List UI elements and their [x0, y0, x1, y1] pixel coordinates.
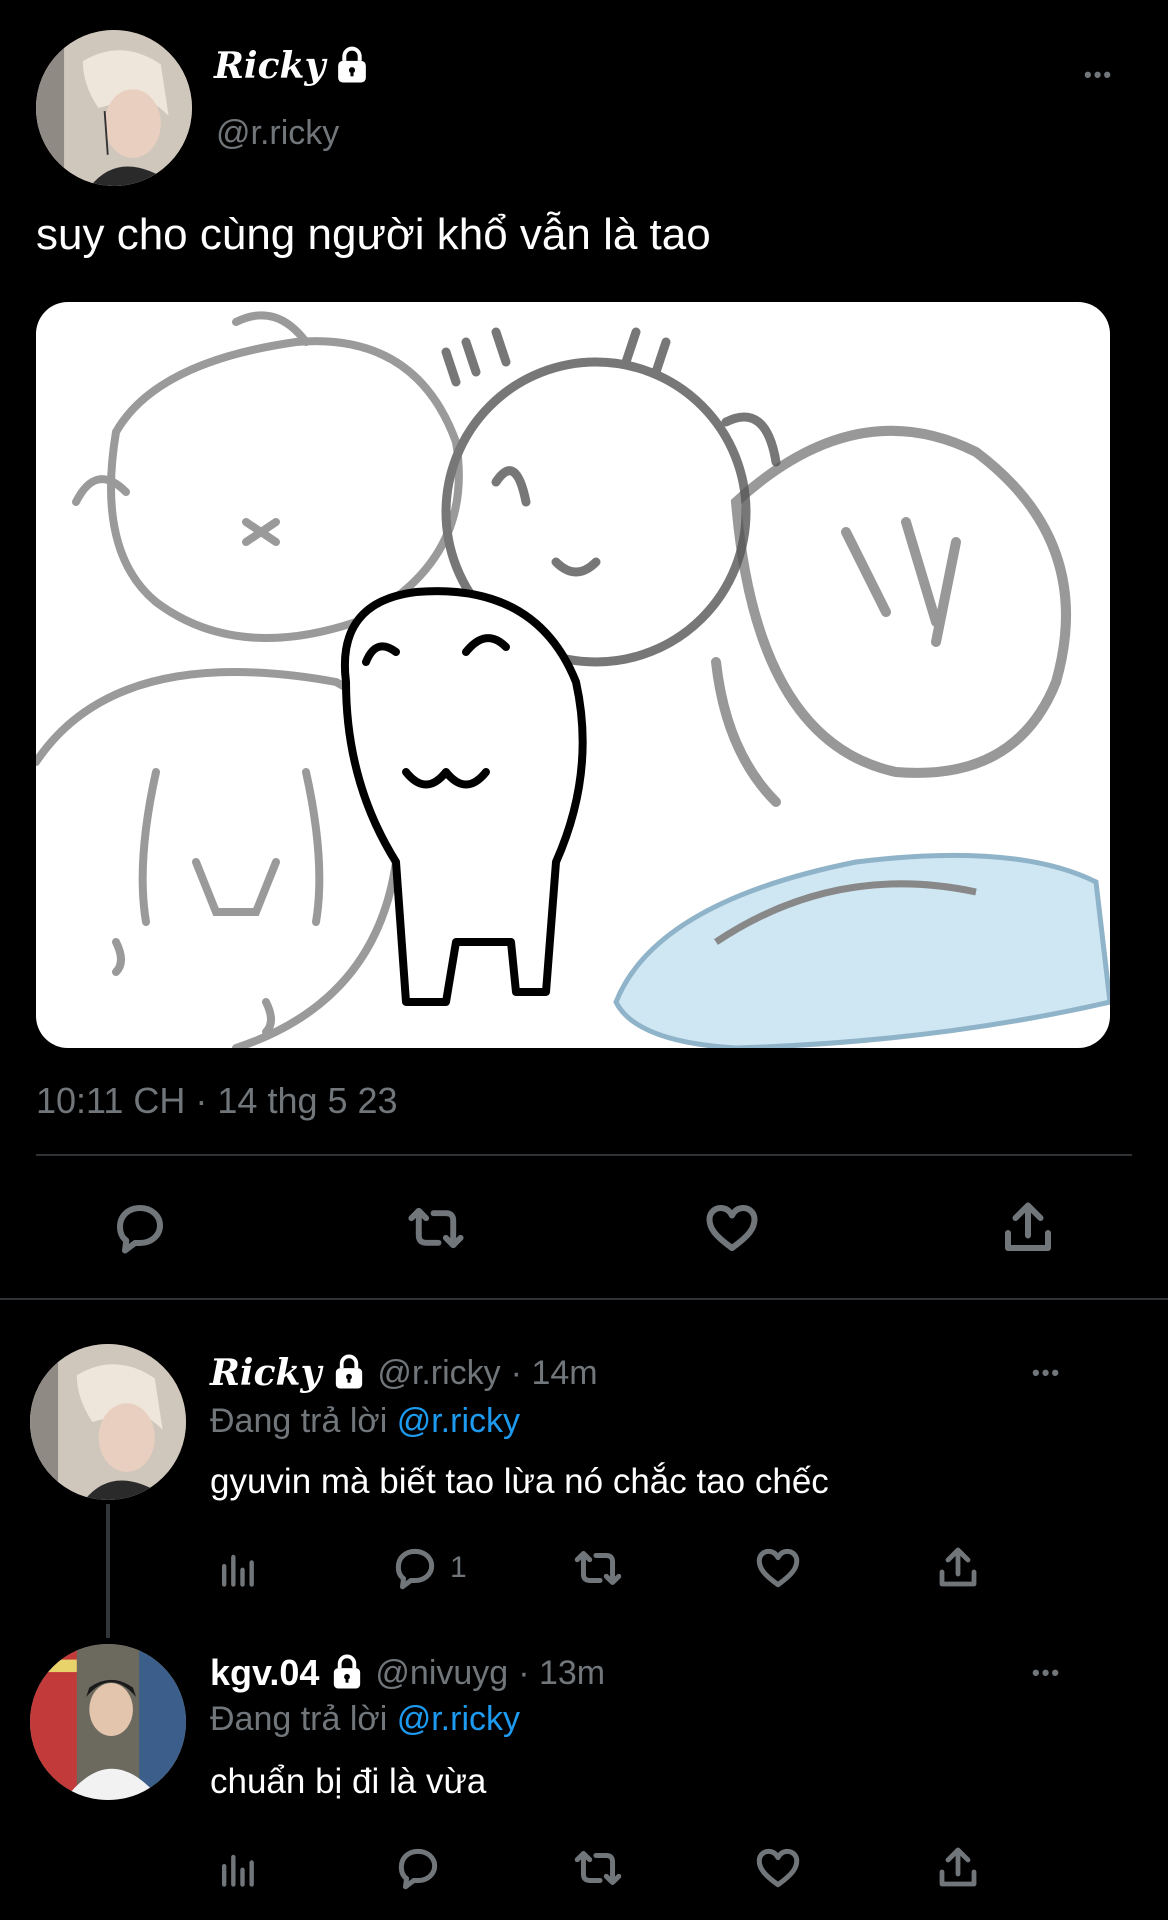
- avatar[interactable]: [36, 30, 192, 186]
- share-icon: [939, 1547, 977, 1587]
- reply-icon: [395, 1548, 435, 1590]
- share-button[interactable]: [930, 1540, 986, 1596]
- replying-to-link[interactable]: @r.ricky: [397, 1700, 520, 1738]
- avatar[interactable]: [30, 1344, 186, 1500]
- avatar[interactable]: [30, 1644, 186, 1800]
- reply-text: chuẩn bị đi là vừa: [210, 1762, 487, 1801]
- reply-button[interactable]: [100, 1196, 180, 1260]
- avatar-image: [30, 1644, 186, 1800]
- retweet-icon: [574, 1850, 622, 1886]
- avatar-image: [36, 30, 192, 186]
- reply-button[interactable]: [390, 1840, 446, 1896]
- tweet-text: suy cho cùng người khổ vẫn là tao: [36, 210, 711, 259]
- views-button[interactable]: [210, 1840, 264, 1896]
- more-options-button[interactable]: •••: [1084, 62, 1113, 88]
- display-name[interactable]: kgv.04: [210, 1652, 319, 1694]
- reply-button[interactable]: 1: [390, 1540, 490, 1596]
- tweet-timestamp[interactable]: 10:11 CH · 14 thg 5 23: [36, 1080, 398, 1122]
- user-handle[interactable]: @nivuyg: [375, 1654, 508, 1693]
- retweet-button[interactable]: [396, 1196, 476, 1260]
- like-icon: [706, 1205, 758, 1251]
- replying-to-label: Đang trả lời: [210, 1700, 388, 1738]
- reply-time[interactable]: · 13m: [518, 1654, 605, 1693]
- reply-time[interactable]: · 14m: [511, 1354, 598, 1393]
- reply-text: gyuvin mà biết tao lừa nó chắc tao chếc: [210, 1462, 829, 1501]
- share-button[interactable]: [988, 1196, 1068, 1260]
- divider: [36, 1154, 1132, 1156]
- retweet-icon: [408, 1207, 464, 1249]
- tweet-media[interactable]: [36, 302, 1110, 1048]
- user-handle[interactable]: @r.ricky: [216, 114, 339, 153]
- replying-to-label: Đang trả lời: [210, 1402, 388, 1440]
- more-options-button[interactable]: •••: [1032, 1660, 1061, 1686]
- share-icon: [1005, 1202, 1051, 1251]
- display-name[interactable]: Ricky: [214, 45, 325, 87]
- display-name[interactable]: Ricky: [210, 1352, 321, 1394]
- share-button[interactable]: [930, 1840, 986, 1896]
- reply-icon: [398, 1848, 438, 1890]
- like-button[interactable]: [750, 1540, 806, 1596]
- analytics-icon: [221, 1554, 254, 1587]
- thread-line: [106, 1504, 110, 1638]
- share-icon: [939, 1847, 977, 1887]
- like-icon: [756, 1848, 800, 1888]
- lock-icon: [329, 1652, 365, 1695]
- lock-icon: [331, 1352, 367, 1395]
- user-handle[interactable]: @r.ricky: [377, 1354, 500, 1393]
- retweet-button[interactable]: [568, 1840, 628, 1896]
- like-icon: [756, 1548, 800, 1588]
- reply-icon: [117, 1205, 163, 1254]
- analytics-icon: [221, 1854, 254, 1887]
- retweet-icon: [574, 1550, 622, 1586]
- avatar-image: [30, 1344, 186, 1500]
- like-button[interactable]: [750, 1840, 806, 1896]
- replying-to-link[interactable]: @r.ricky: [397, 1402, 520, 1440]
- meme-illustration: [36, 311, 1110, 1048]
- like-button[interactable]: [692, 1196, 772, 1260]
- reply-count: 1: [450, 1551, 467, 1584]
- retweet-button[interactable]: [568, 1540, 628, 1596]
- divider: [0, 1298, 1168, 1300]
- more-options-button[interactable]: •••: [1032, 1360, 1061, 1386]
- lock-icon: [333, 44, 371, 89]
- views-button[interactable]: [210, 1540, 264, 1596]
